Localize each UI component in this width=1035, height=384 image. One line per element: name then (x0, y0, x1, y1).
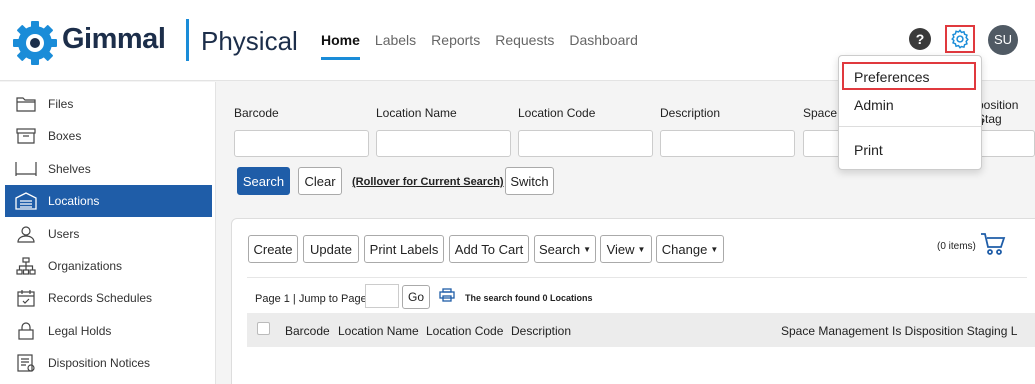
disposition-staging-label: position Stag (977, 98, 1019, 126)
print-labels-button[interactable]: Print Labels (364, 235, 444, 263)
sidebar-item-label: Legal Holds (48, 324, 112, 338)
nav-requests[interactable]: Requests (495, 32, 554, 60)
sidebar-item-locations[interactable]: Locations (5, 185, 212, 217)
calendar-icon (15, 288, 37, 308)
menu-item-admin[interactable]: Admin (854, 97, 894, 113)
update-button[interactable]: Update (303, 235, 359, 263)
sidebar-item-label: Users (48, 227, 80, 241)
location-code-label: Location Code (518, 106, 596, 120)
table-header: Barcode Location Name Location Code Desc… (247, 313, 1035, 347)
sidebar-item-label: Records Schedules (48, 291, 153, 305)
change-dropdown-button[interactable]: Change ▼ (656, 235, 724, 263)
description-label: Description (660, 106, 721, 120)
rollover-link[interactable]: (Rollover for Current Search) (352, 176, 504, 188)
sidebar-item-legal-holds[interactable]: Legal Holds (5, 315, 212, 347)
cart-icon[interactable] (980, 231, 1006, 257)
sidebar: Files Boxes Shelves Locations Users Orga… (0, 82, 216, 384)
column-header-disposition-staging[interactable]: Is Disposition Staging L (892, 324, 1017, 338)
view-dropdown-label: View (606, 241, 635, 257)
caret-down-icon: ▼ (583, 244, 592, 254)
shelf-icon (15, 159, 37, 179)
user-avatar[interactable]: SU (988, 25, 1018, 55)
org-chart-icon (15, 256, 37, 276)
sidebar-item-organizations[interactable]: Organizations (5, 250, 212, 282)
menu-item-preferences[interactable]: Preferences (854, 69, 929, 85)
box-icon (15, 126, 37, 146)
gimmal-logo-icon (13, 21, 57, 65)
lock-icon (15, 321, 37, 341)
search-dropdown-label: Search (538, 241, 581, 257)
location-code-input[interactable] (518, 130, 653, 157)
folder-icon (15, 94, 37, 114)
change-dropdown-label: Change (661, 241, 708, 257)
brand-divider (186, 19, 189, 61)
location-name-label: Location Name (376, 106, 457, 120)
sidebar-item-label: Locations (48, 194, 100, 208)
sidebar-item-label: Boxes (48, 129, 82, 143)
menu-divider (839, 126, 981, 127)
nav-dashboard[interactable]: Dashboard (569, 32, 638, 60)
sidebar-item-label: Disposition Notices (48, 356, 151, 370)
sidebar-item-label: Shelves (48, 162, 91, 176)
barcode-label: Barcode (234, 106, 279, 120)
caret-down-icon: ▼ (710, 244, 719, 254)
help-icon[interactable]: ? (909, 28, 931, 50)
description-input[interactable] (660, 130, 795, 157)
view-dropdown-button[interactable]: View ▼ (600, 235, 652, 263)
sidebar-item-files[interactable]: Files (5, 88, 212, 120)
column-header-description[interactable]: Description (511, 324, 571, 338)
cart-items-count: (0 items) (937, 241, 976, 252)
notice-icon (15, 353, 37, 373)
product-name: Physical (201, 26, 298, 56)
go-button[interactable]: Go (402, 285, 430, 309)
sidebar-item-label: Organizations (48, 259, 123, 273)
page-indicator: Page 1 | Jump to Page: (255, 293, 370, 305)
sidebar-item-shelves[interactable]: Shelves (5, 153, 212, 185)
settings-button[interactable] (945, 25, 975, 53)
nav-home[interactable]: Home (321, 32, 360, 60)
sidebar-item-label: Files (48, 97, 74, 111)
column-header-location-name[interactable]: Location Name (338, 324, 419, 338)
create-button[interactable]: Create (248, 235, 298, 263)
brand-name: Gimmal (62, 23, 166, 55)
location-name-input[interactable] (376, 130, 511, 157)
clear-button[interactable]: Clear (298, 167, 342, 195)
column-header-location-code[interactable]: Location Code (426, 324, 503, 338)
caret-down-icon: ▼ (637, 244, 646, 254)
sidebar-item-disposition-notices[interactable]: Disposition Notices (5, 347, 212, 379)
sidebar-item-users[interactable]: Users (5, 218, 212, 250)
main-nav: Home Labels Reports Requests Dashboard (321, 32, 653, 60)
nav-labels[interactable]: Labels (375, 32, 416, 60)
barcode-input[interactable] (234, 130, 369, 157)
select-all-checkbox[interactable] (257, 322, 270, 335)
sidebar-item-boxes[interactable]: Boxes (5, 120, 212, 152)
search-dropdown-button[interactable]: Search ▼ (534, 235, 596, 263)
add-to-cart-button[interactable]: Add To Cart (449, 235, 529, 263)
nav-reports[interactable]: Reports (431, 32, 480, 60)
warehouse-icon (15, 191, 37, 211)
pager: Page 1 | Jump to Page: Go The search fou… (247, 277, 1027, 312)
search-button[interactable]: Search (237, 167, 290, 195)
jump-page-input[interactable] (365, 284, 399, 308)
column-header-barcode[interactable]: Barcode (285, 324, 330, 338)
search-status: The search found 0 Locations (465, 293, 593, 303)
sidebar-item-records-schedules[interactable]: Records Schedules (5, 282, 212, 314)
gear-icon (951, 29, 969, 49)
results-panel: Create Update Print Labels Add To Cart S… (231, 218, 1035, 384)
printer-icon[interactable] (439, 288, 455, 302)
settings-menu: Preferences Admin Print (838, 55, 982, 170)
menu-item-print[interactable]: Print (854, 142, 883, 158)
column-header-space-management[interactable]: Space Management (781, 324, 888, 338)
user-icon (15, 224, 37, 244)
switch-button[interactable]: Switch (505, 167, 554, 195)
